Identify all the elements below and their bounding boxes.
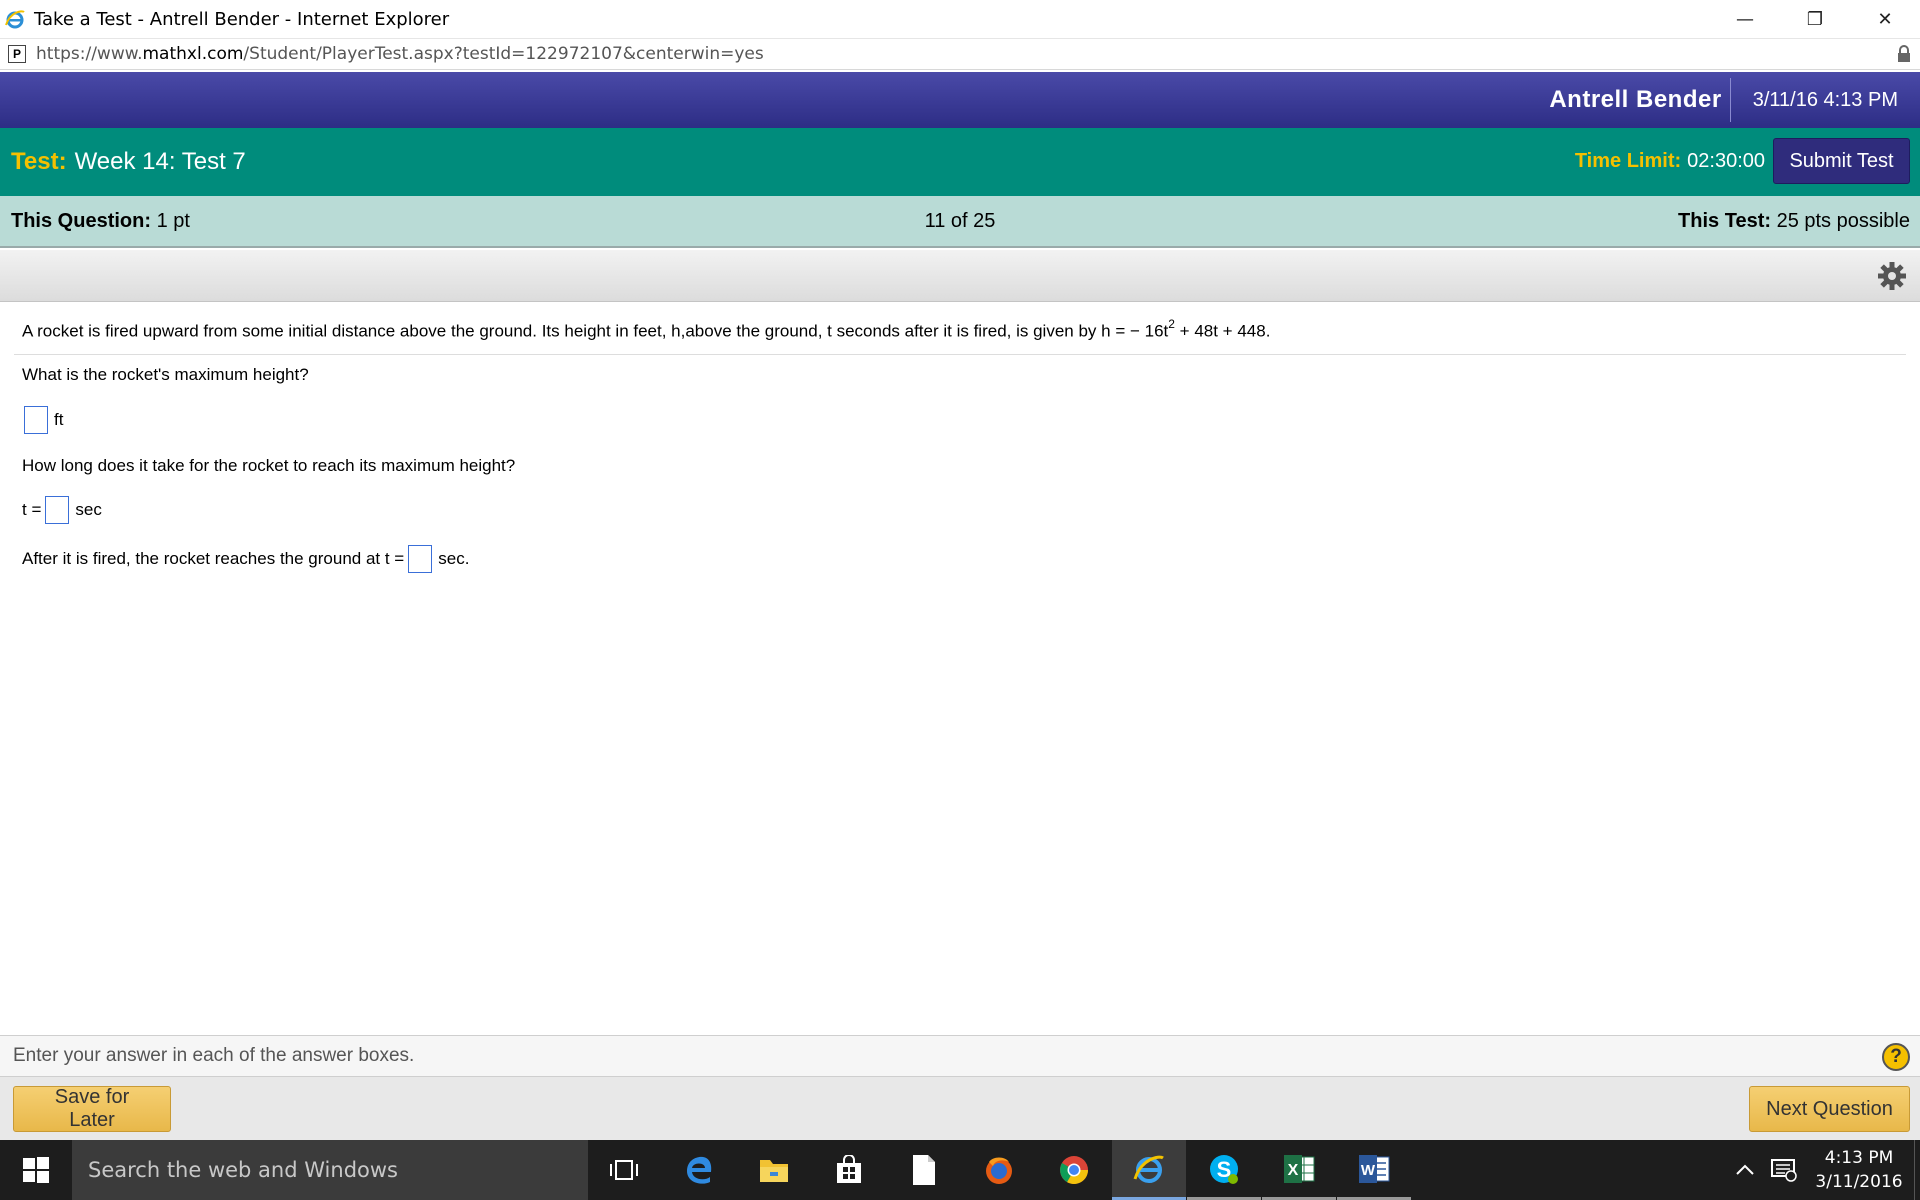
user-header: Antrell Bender 3/11/16 4:13 PM	[0, 72, 1920, 128]
url-scheme: https://www.	[36, 44, 143, 64]
task-view-icon[interactable]	[587, 1140, 661, 1200]
this-test-label: This Test:	[1678, 210, 1772, 232]
part2-prefix: t =	[22, 500, 42, 519]
url-host: mathxl.com	[142, 44, 244, 64]
clock-time: 4:13 PM	[1824, 1148, 1894, 1168]
gear-icon[interactable]	[1876, 260, 1908, 292]
window-title-bar: Take a Test - Antrell Bender - Internet …	[0, 0, 1920, 38]
internet-explorer-taskbar-icon[interactable]	[1112, 1140, 1186, 1200]
stem-suffix: + 48t + 448.	[1174, 321, 1271, 341]
stem-prefix: A rocket is fired upward from some initi…	[22, 321, 1169, 341]
part2-unit: sec	[75, 500, 102, 519]
lock-icon[interactable]	[1896, 45, 1912, 68]
test-bar-right: Time Limit: 02:30:00 Submit Test	[1575, 138, 1910, 184]
windows-start-icon[interactable]	[0, 1140, 72, 1200]
file-explorer-icon[interactable]	[737, 1140, 811, 1200]
svg-text:X: X	[1288, 1162, 1299, 1179]
excel-icon[interactable]: X	[1262, 1140, 1336, 1200]
max-height-answer-box[interactable]	[24, 406, 48, 434]
part2-prompt: How long does it take for the rocket to …	[22, 456, 516, 475]
site-favicon-icon: P	[8, 45, 26, 63]
document-icon[interactable]	[887, 1140, 961, 1200]
help-icon[interactable]: ?	[1882, 1043, 1910, 1071]
question-stem: A rocket is fired upward from some initi…	[22, 317, 1271, 342]
part1-prompt: What is the rocket's maximum height?	[22, 365, 309, 384]
window-controls: — ❐ ✕	[1710, 0, 1920, 38]
time-to-max-answer-box[interactable]	[45, 496, 70, 524]
chevron-up-icon[interactable]	[1726, 1164, 1764, 1176]
word-icon[interactable]: W	[1337, 1140, 1411, 1200]
this-question-label: This Question:	[11, 209, 151, 232]
header-datetime: 3/11/16 4:13 PM	[1752, 88, 1898, 111]
taskbar-search-input[interactable]: Search the web and Windows	[72, 1140, 588, 1200]
submit-test-button[interactable]: Submit Test	[1773, 138, 1910, 184]
minimize-button[interactable]: —	[1710, 0, 1780, 38]
this-question-value: 1 pt	[156, 209, 190, 232]
part1-answer-row: ft	[22, 406, 63, 434]
store-icon[interactable]	[812, 1140, 886, 1200]
url-text[interactable]: https://www.mathxl.com/Student/PlayerTes…	[36, 44, 764, 64]
part3-unit: sec.	[438, 549, 470, 568]
stem-separator	[14, 354, 1906, 355]
system-tray: 4:13 PM 3/11/2016	[1726, 1140, 1920, 1200]
save-for-later-button[interactable]: Save for Later	[13, 1086, 171, 1132]
windows-taskbar: Search the web and Windows S X W 4:13 PM…	[0, 1140, 1920, 1200]
this-test-value: 25 pts possible	[1776, 210, 1910, 232]
instruction-bar: Enter your answer in each of the answer …	[0, 1035, 1920, 1077]
this-question: This Question: 1 pt	[11, 210, 190, 233]
part2-answer-row: t = sec	[22, 496, 102, 524]
question-progress: 11 of 25	[924, 210, 996, 232]
close-button[interactable]: ✕	[1850, 0, 1920, 38]
instruction-text: Enter your answer in each of the answer …	[13, 1045, 415, 1066]
clock-date: 3/11/2016	[1815, 1172, 1903, 1192]
part3-answer-row: After it is fired, the rocket reaches th…	[22, 545, 469, 573]
notifications-icon[interactable]	[1764, 1158, 1804, 1182]
test-name: Week 14: Test 7	[74, 148, 246, 175]
time-limit-value: 02:30:00	[1687, 149, 1765, 172]
ie-icon	[4, 8, 26, 30]
part3-prefix: After it is fired, the rocket reaches th…	[22, 549, 405, 568]
user-name: Antrell Bender	[1549, 86, 1722, 113]
show-desktop-button[interactable]	[1914, 1140, 1920, 1200]
url-path: /Student/PlayerTest.aspx?testId=12297210…	[243, 44, 764, 64]
edge-icon[interactable]	[662, 1140, 736, 1200]
firefox-icon[interactable]	[962, 1140, 1036, 1200]
ground-time-answer-box[interactable]	[408, 545, 433, 573]
address-bar[interactable]: P https://www.mathxl.com/Student/PlayerT…	[0, 38, 1920, 70]
chrome-icon[interactable]	[1037, 1140, 1111, 1200]
next-question-button[interactable]: Next Question	[1749, 1086, 1910, 1132]
test-bar: Test: Week 14: Test 7 Time Limit: 02:30:…	[0, 128, 1920, 196]
svg-text:W: W	[1361, 1162, 1376, 1179]
time-limit-label: Time Limit:	[1574, 149, 1682, 172]
question-info-bar: This Question: 1 pt 11 of 25 This Test: …	[0, 196, 1920, 248]
window-title: Take a Test - Antrell Bender - Internet …	[34, 8, 450, 30]
part1-unit: ft	[54, 410, 64, 429]
tools-bar	[0, 250, 1920, 302]
skype-icon[interactable]: S	[1187, 1140, 1261, 1200]
restore-button[interactable]: ❐	[1780, 0, 1850, 38]
action-bar: Save for Later Next Question	[0, 1077, 1920, 1140]
test-label: Test:	[11, 148, 67, 175]
stem-exponent: 2	[1168, 317, 1175, 331]
taskbar-clock[interactable]: 4:13 PM 3/11/2016	[1804, 1146, 1914, 1194]
this-test: This Test: 25 pts possible	[1678, 210, 1910, 233]
question-content: A rocket is fired upward from some initi…	[0, 303, 1920, 1035]
